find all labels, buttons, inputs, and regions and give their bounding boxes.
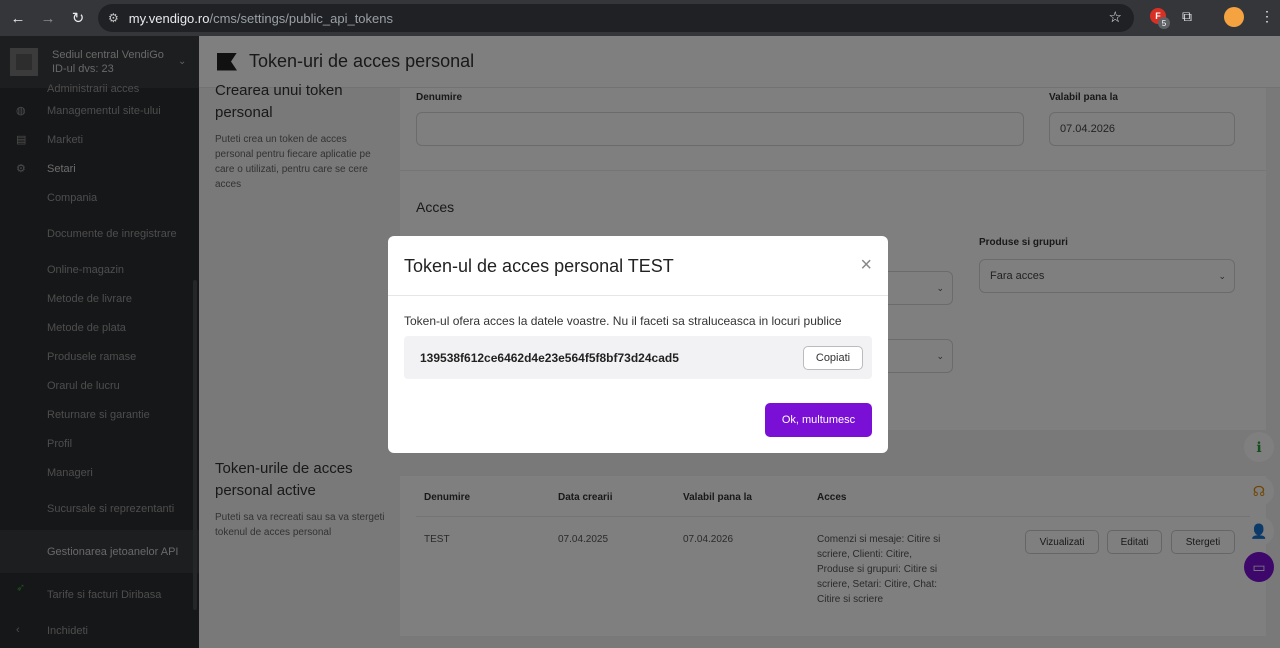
token-value[interactable]: 139538f612ce6462d4e23e564f5f8bf73d24cad5	[420, 351, 679, 365]
extensions-puzzle-icon[interactable]: ⧉	[1182, 8, 1192, 25]
url-text[interactable]: my.vendigo.ro/cms/settings/public_api_to…	[129, 11, 393, 26]
token-box: 139538f612ce6462d4e23e564f5f8bf73d24cad5…	[404, 336, 872, 379]
token-modal: Token-ul de acces personal TEST × Token-…	[388, 236, 888, 453]
browser-menu-icon[interactable]: ⋮	[1260, 8, 1274, 25]
site-info-icon[interactable]: ⚙	[108, 11, 119, 25]
browser-toolbar: ← → ↻ ⚙ my.vendigo.ro/cms/settings/publi…	[0, 0, 1280, 36]
modal-header: Token-ul de acces personal TEST ×	[388, 236, 888, 296]
address-bar[interactable]: ⚙ my.vendigo.ro/cms/settings/public_api_…	[98, 4, 1134, 32]
modal-warning-text: Token-ul ofera acces la datele voastre. …	[404, 314, 842, 328]
reload-icon[interactable]: ↻	[66, 6, 90, 30]
forward-icon[interactable]: →	[36, 6, 60, 30]
back-icon[interactable]: ←	[6, 6, 30, 30]
copy-button[interactable]: Copiati	[803, 346, 863, 370]
extension-badge: 5	[1158, 17, 1170, 29]
profile-avatar[interactable]	[1224, 7, 1244, 27]
close-icon[interactable]: ×	[860, 254, 872, 277]
bookmark-star-icon[interactable]: ☆	[1109, 8, 1122, 26]
ok-button[interactable]: Ok, multumesc	[765, 403, 872, 437]
modal-title: Token-ul de acces personal TEST	[404, 256, 674, 276]
